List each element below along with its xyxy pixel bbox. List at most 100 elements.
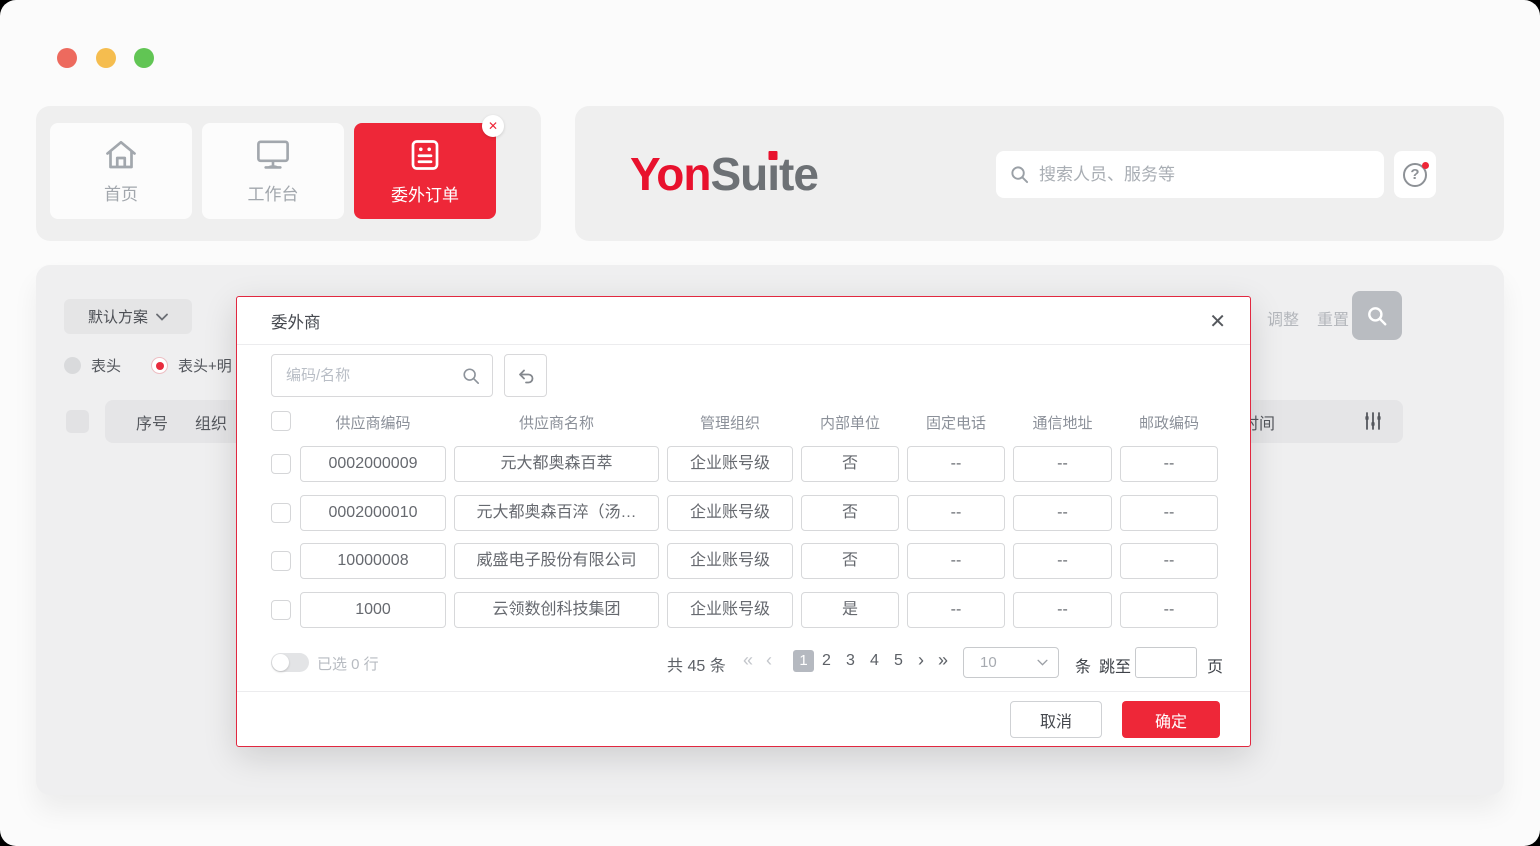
cell-fixed-phone[interactable]: -- [907, 592, 1005, 628]
col-fixed-phone: 固定电话 [907, 412, 1005, 433]
cell-supplier-code[interactable]: 0002000010 [300, 495, 446, 531]
query-search-button[interactable] [1352, 291, 1402, 340]
selected-count-label: 已选 0 行 [317, 653, 379, 674]
jump-label: 跳至 [1099, 653, 1131, 677]
confirm-button[interactable]: 确定 [1122, 701, 1220, 738]
logo-part-gray1: Su [710, 148, 767, 200]
row-checkbox[interactable] [271, 503, 291, 523]
radio-header-detail-label: 表头+明 [178, 355, 232, 376]
radio-header-only[interactable] [64, 357, 81, 374]
col-mgmt-org: 管理组织 [667, 412, 793, 433]
page-label: 页 [1207, 653, 1223, 677]
jump-page-input[interactable] [1135, 647, 1197, 678]
prev-page-icon[interactable]: ‹ [766, 650, 772, 671]
cell-internal-unit[interactable]: 否 [801, 446, 899, 482]
col-supplier-name: 供应商名称 [454, 412, 659, 433]
yonsuite-logo: YonSuıte [630, 147, 818, 201]
tab-home-label: 首页 [104, 180, 138, 205]
cell-supplier-code[interactable]: 10000008 [300, 543, 446, 579]
cell-internal-unit[interactable]: 是 [801, 592, 899, 628]
first-page-icon[interactable]: « [743, 650, 753, 671]
tab-outsourcing-order[interactable]: 委外订单 ✕ [354, 123, 496, 219]
cell-fixed-phone[interactable]: -- [907, 543, 1005, 579]
supplier-search-input[interactable] [286, 367, 454, 384]
cell-supplier-name[interactable]: 威盛电子股份有限公司 [454, 543, 659, 579]
close-icon[interactable]: ✕ [1209, 309, 1226, 334]
cell-fixed-phone[interactable]: -- [907, 495, 1005, 531]
top-header: YonSuıte ? [575, 106, 1504, 241]
cell-mgmt-org[interactable]: 企业账号级 [667, 446, 793, 482]
tab-bar: 首页 工作台 委外订单 ✕ [36, 106, 541, 241]
reset-button[interactable]: 重置 [1317, 306, 1349, 330]
footer-divider [237, 691, 1250, 692]
cell-comm-address[interactable]: -- [1013, 446, 1112, 482]
tab-workbench-label: 工作台 [248, 180, 299, 205]
cell-supplier-name[interactable]: 元大都奥森百淬（汤… [454, 495, 659, 531]
order-icon [407, 137, 443, 173]
default-scheme-dropdown[interactable]: 默认方案 [64, 299, 192, 334]
cancel-button[interactable]: 取消 [1010, 701, 1102, 738]
cell-supplier-name[interactable]: 云领数创科技集团 [454, 592, 659, 628]
supplier-picker-dialog: 委外商 ✕ 供应商编码 供应商名称 管理组织 内部单位 固定电话 通信地址 邮政… [236, 296, 1251, 747]
dialog-title: 委外商 [271, 309, 321, 333]
cell-comm-address[interactable]: -- [1013, 495, 1112, 531]
page-3[interactable]: 3 [846, 652, 855, 670]
chevron-down-icon [156, 313, 168, 321]
workbench-icon [254, 138, 292, 172]
row-checkbox[interactable] [271, 600, 291, 620]
window-close-button[interactable] [57, 48, 77, 68]
search-icon [1010, 165, 1029, 184]
window-zoom-button[interactable] [134, 48, 154, 68]
total-count: 共 45 条 [667, 652, 726, 676]
adjust-button[interactable]: 调整 [1267, 306, 1299, 330]
page-2[interactable]: 2 [822, 652, 831, 670]
dialog-header: 委外商 ✕ [237, 297, 1250, 345]
cell-fixed-phone[interactable]: -- [907, 446, 1005, 482]
cell-mgmt-org[interactable]: 企业账号级 [667, 592, 793, 628]
global-search-input[interactable] [1039, 165, 1370, 185]
supplier-search[interactable] [271, 354, 493, 397]
cell-internal-unit[interactable]: 否 [801, 495, 899, 531]
cell-postal-code[interactable]: -- [1120, 543, 1218, 579]
radio-header-detail[interactable] [151, 357, 168, 374]
logo-part-red: Yon [630, 148, 710, 200]
search-icon[interactable] [462, 367, 480, 385]
filter-actions: 调整 重置 [1267, 306, 1349, 330]
select-all-rows-checkbox[interactable] [271, 411, 291, 431]
cell-supplier-name[interactable]: 元大都奥森百萃 [454, 446, 659, 482]
row-checkbox[interactable] [271, 454, 291, 474]
cell-supplier-code[interactable]: 1000 [300, 592, 446, 628]
reset-search-button[interactable] [504, 354, 547, 397]
col-comm-address: 通信地址 [1013, 412, 1112, 433]
col-postal-code: 邮政编码 [1120, 412, 1218, 433]
last-page-icon[interactable]: » [938, 650, 948, 671]
window-minimize-button[interactable] [96, 48, 116, 68]
cell-supplier-code[interactable]: 0002000009 [300, 446, 446, 482]
help-button[interactable]: ? [1394, 151, 1436, 198]
next-page-icon[interactable]: › [918, 650, 924, 671]
cell-comm-address[interactable]: -- [1013, 543, 1112, 579]
page-4[interactable]: 4 [870, 652, 879, 670]
cell-mgmt-org[interactable]: 企业账号级 [667, 495, 793, 531]
logo-i-red-dot: ı [767, 148, 779, 200]
tab-home[interactable]: 首页 [50, 123, 192, 219]
cell-postal-code[interactable]: -- [1120, 592, 1218, 628]
page-5[interactable]: 5 [894, 652, 903, 670]
selected-only-toggle[interactable] [271, 653, 309, 672]
page-size-select[interactable]: 10 [963, 647, 1059, 678]
page-size-value: 10 [980, 654, 1037, 671]
cell-postal-code[interactable]: -- [1120, 495, 1218, 531]
logo-part-gray2: te [779, 148, 818, 200]
tab-close-icon[interactable]: ✕ [482, 115, 504, 137]
select-all-checkbox[interactable] [66, 410, 89, 433]
cell-mgmt-org[interactable]: 企业账号级 [667, 543, 793, 579]
column-settings-icon[interactable] [1363, 411, 1383, 431]
global-search[interactable] [996, 151, 1384, 198]
cell-comm-address[interactable]: -- [1013, 592, 1112, 628]
row-checkbox[interactable] [271, 551, 291, 571]
cell-internal-unit[interactable]: 否 [801, 543, 899, 579]
tab-workbench[interactable]: 工作台 [202, 123, 344, 219]
page-1-current[interactable]: 1 [793, 650, 814, 672]
cell-postal-code[interactable]: -- [1120, 446, 1218, 482]
app-window: 首页 工作台 委外订单 ✕ YonSuıte [0, 0, 1540, 846]
